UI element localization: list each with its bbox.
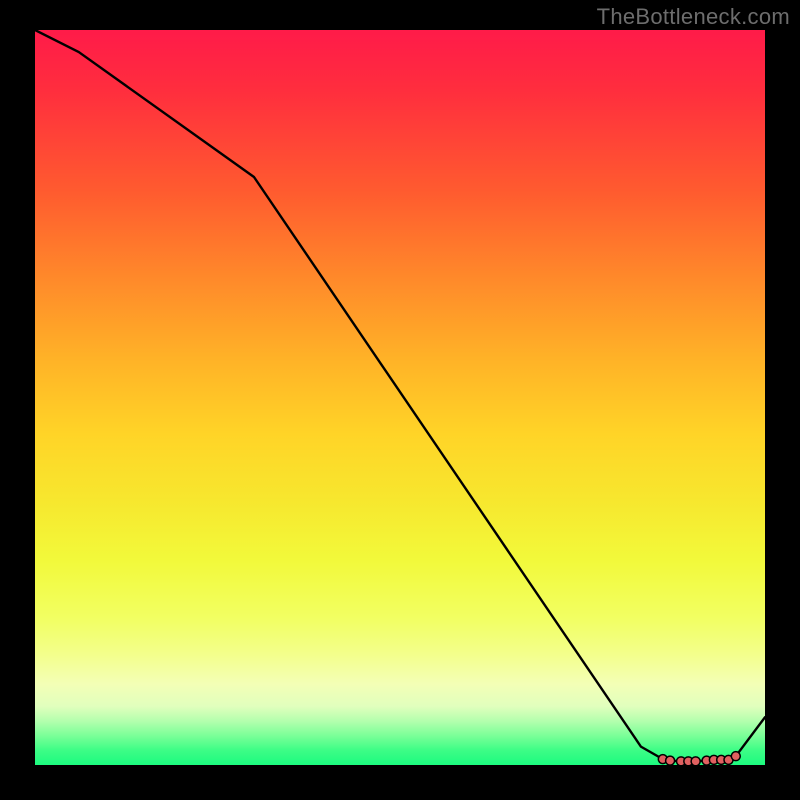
data-point [666, 756, 675, 765]
data-line [35, 30, 765, 761]
watermark-text: TheBottleneck.com [597, 4, 790, 30]
plot-area [35, 30, 765, 765]
data-markers [658, 752, 740, 765]
plot-svg [35, 30, 765, 765]
data-point [691, 757, 700, 765]
data-point [731, 752, 740, 761]
chart-canvas: TheBottleneck.com [0, 0, 800, 800]
